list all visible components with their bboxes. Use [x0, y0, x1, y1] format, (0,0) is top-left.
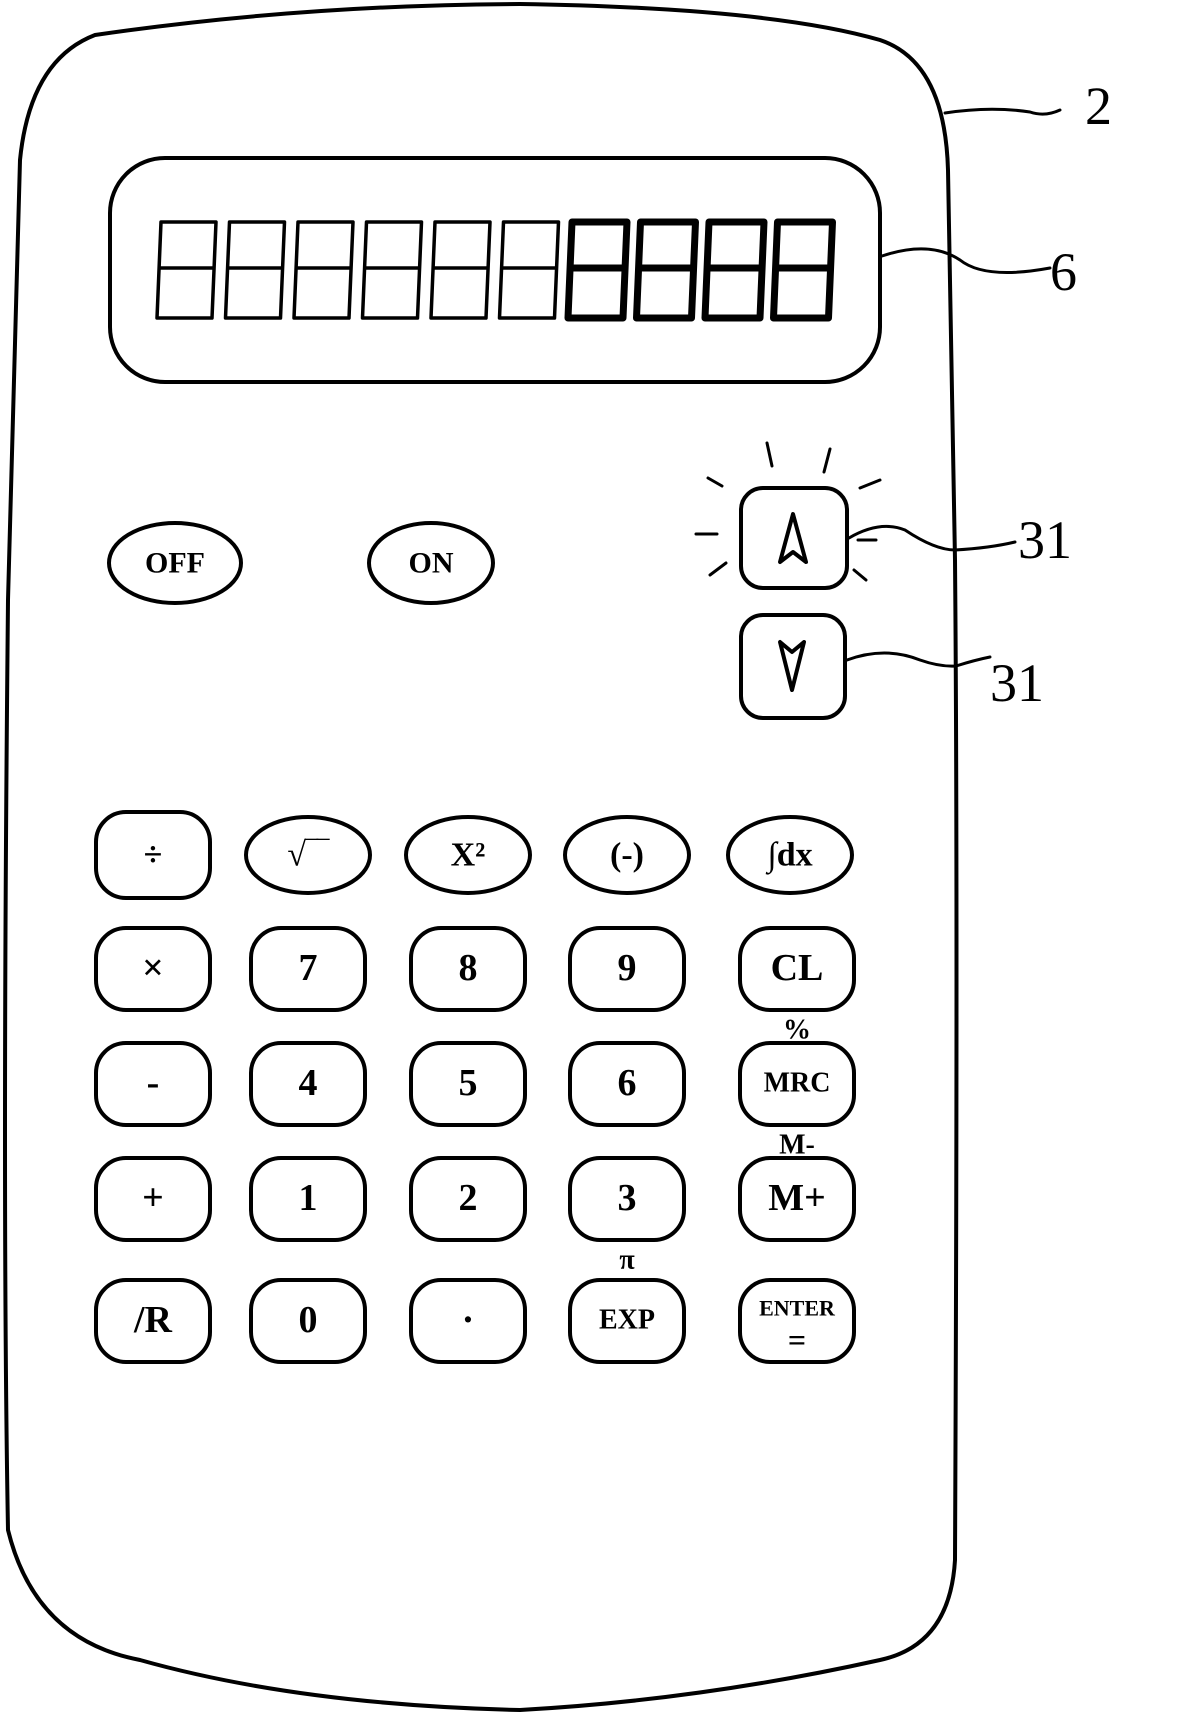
- decimal-button[interactable]: ·: [409, 1278, 527, 1364]
- display-digit: [223, 220, 287, 320]
- display-digit: [155, 220, 218, 320]
- one-button[interactable]: 1: [249, 1156, 367, 1242]
- digit-segments: [497, 220, 561, 320]
- four-button[interactable]: 4: [249, 1041, 367, 1127]
- negate-button[interactable]: (-): [563, 815, 691, 895]
- calculator-patent-figure: 2 6 OFF ON 31 31 ÷ √‾‾ X² (-) ∫dx × 7 8 9 CL%- 4 5…: [3, 2, 1112, 1712]
- ref-numeral-display: 6: [1050, 242, 1077, 302]
- nine-button[interactable]: 9: [568, 926, 686, 1012]
- digit-segments: [292, 220, 355, 320]
- reciprocal-button[interactable]: /R: [94, 1278, 212, 1364]
- seven-button[interactable]: 7: [249, 926, 367, 1012]
- eight-button[interactable]: 8: [409, 926, 527, 1012]
- sqrt-button[interactable]: √‾‾: [244, 815, 372, 895]
- leader-line-scroll-up: [847, 524, 1017, 552]
- digit-segments: [701, 218, 768, 322]
- digit-segments: [223, 220, 287, 320]
- leader-line-body: [943, 107, 1062, 116]
- display-digit: [701, 218, 768, 322]
- clear-button[interactable]: CL: [738, 926, 856, 1012]
- scroll-up-button[interactable]: [739, 486, 849, 590]
- digit-segments: [564, 218, 631, 322]
- digit-segments: [155, 220, 218, 320]
- off-button[interactable]: OFF: [107, 521, 243, 605]
- subtract-button[interactable]: -: [94, 1041, 212, 1127]
- display-digit: [292, 220, 355, 320]
- display-digit: [360, 220, 424, 320]
- mrc-button[interactable]: MRC: [738, 1041, 856, 1127]
- display-digit: [497, 220, 561, 320]
- display-digit: [429, 220, 492, 320]
- display-digit: [633, 218, 699, 322]
- function-row: ÷ √‾‾ X² (-) ∫dx: [94, 810, 854, 900]
- digit-segments: [633, 218, 699, 322]
- on-button[interactable]: ON: [367, 521, 495, 605]
- integral-button[interactable]: ∫dx: [726, 815, 854, 895]
- scroll-down-button[interactable]: [739, 613, 847, 720]
- ref-numeral-scroll-up: 31: [1018, 510, 1072, 570]
- exp-button[interactable]: EXP: [568, 1278, 686, 1364]
- divide-button[interactable]: ÷: [94, 810, 212, 900]
- clear-secondary-label: %: [783, 1015, 811, 1046]
- ref-numeral-body: 2: [1085, 76, 1112, 136]
- enter-button[interactable]: ENTER=: [738, 1278, 856, 1364]
- keypad: × 7 8 9 CL% - 4 5 6 MRCM- + 1 2 3π M+ /R 0 · EXP ENTER=: [94, 926, 856, 1364]
- five-button[interactable]: 5: [409, 1041, 527, 1127]
- three-button[interactable]: 3: [568, 1156, 686, 1242]
- ref-numeral-scroll-down: 31: [990, 653, 1044, 713]
- leader-line-scroll-down: [845, 651, 992, 668]
- digit-segments: [429, 220, 492, 320]
- leader-line-display: [880, 247, 1052, 274]
- six-button[interactable]: 6: [568, 1041, 686, 1127]
- two-button[interactable]: 2: [409, 1156, 527, 1242]
- square-button[interactable]: X²: [404, 815, 532, 895]
- display-digit: [770, 218, 836, 322]
- zero-button[interactable]: 0: [249, 1278, 367, 1364]
- add-button[interactable]: +: [94, 1156, 212, 1242]
- digit-segments: [770, 218, 836, 322]
- display-digit: [564, 218, 631, 322]
- digit-segments: [360, 220, 424, 320]
- display-digits: [155, 218, 836, 322]
- m-plus-button[interactable]: M+: [738, 1156, 856, 1242]
- mrc-secondary-label: M-: [779, 1130, 815, 1161]
- multiply-button[interactable]: ×: [94, 926, 212, 1012]
- three-secondary-label: π: [619, 1245, 635, 1276]
